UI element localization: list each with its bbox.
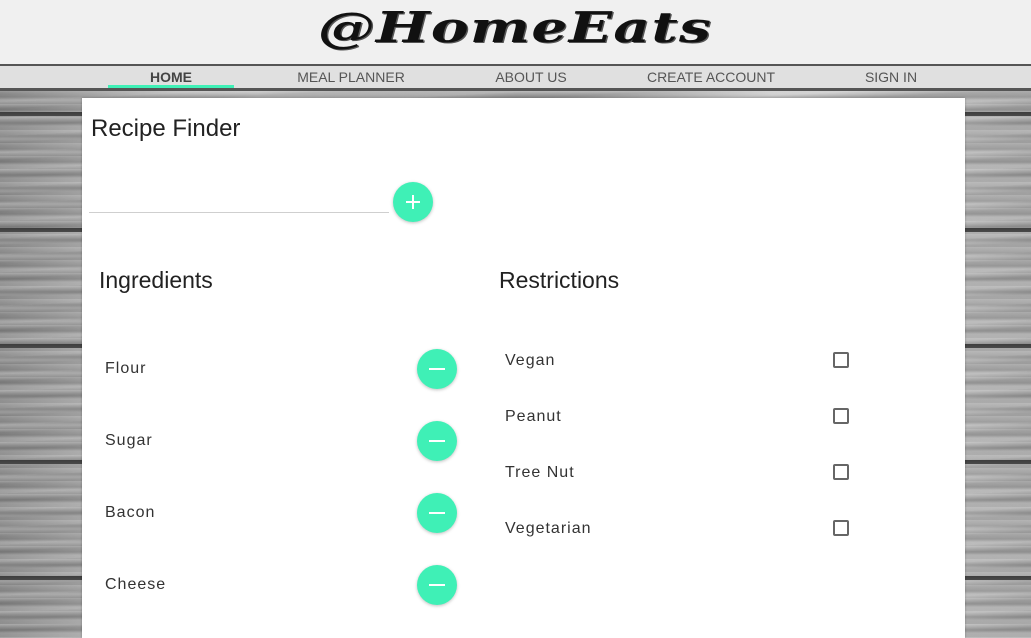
main-nav: HOME MEAL PLANNER ABOUT US CREATE ACCOUN…: [0, 64, 1031, 91]
restriction-label: Vegetarian: [505, 520, 592, 537]
minus-icon: [417, 565, 457, 605]
nav-home[interactable]: HOME: [108, 66, 234, 88]
restriction-label: Tree Nut: [505, 464, 575, 481]
restriction-checkbox[interactable]: [833, 352, 849, 368]
remove-ingredient-button[interactable]: [417, 349, 457, 389]
minus-icon: [417, 421, 457, 461]
add-ingredient-button[interactable]: [393, 182, 433, 222]
ingredient-label: Sugar: [105, 432, 153, 449]
restriction-checkbox[interactable]: [833, 464, 849, 480]
remove-ingredient-button[interactable]: [417, 493, 457, 533]
ingredients-heading: Ingredients: [99, 267, 213, 293]
restriction-label: Vegan: [505, 352, 556, 369]
minus-icon: [417, 493, 457, 533]
remove-ingredient-button[interactable]: [417, 565, 457, 605]
restriction-label: Peanut: [505, 408, 562, 425]
page-title: Recipe Finder: [91, 115, 241, 142]
restriction-checkbox[interactable]: [833, 408, 849, 424]
recipe-finder-card: Recipe Finder Ingredients Flour Sugar Ba…: [82, 98, 965, 638]
ingredient-label: Flour: [105, 360, 147, 377]
ingredient-label: Cheese: [105, 576, 167, 593]
nav-meal-planner[interactable]: MEAL PLANNER: [286, 66, 416, 88]
site-logo[interactable]: @HomeEats: [318, 3, 712, 52]
ingredient-search-input[interactable]: [89, 182, 389, 213]
site-header: @HomeEats: [0, 0, 1031, 64]
plus-icon: [393, 182, 433, 222]
nav-about-us[interactable]: ABOUT US: [476, 66, 586, 88]
nav-create-account[interactable]: CREATE ACCOUNT: [636, 66, 786, 88]
remove-ingredient-button[interactable]: [417, 421, 457, 461]
restrictions-heading: Restrictions: [499, 267, 620, 293]
nav-sign-in[interactable]: SIGN IN: [850, 66, 932, 88]
ingredient-label: Bacon: [105, 504, 156, 521]
restriction-checkbox[interactable]: [833, 520, 849, 536]
minus-icon: [417, 349, 457, 389]
